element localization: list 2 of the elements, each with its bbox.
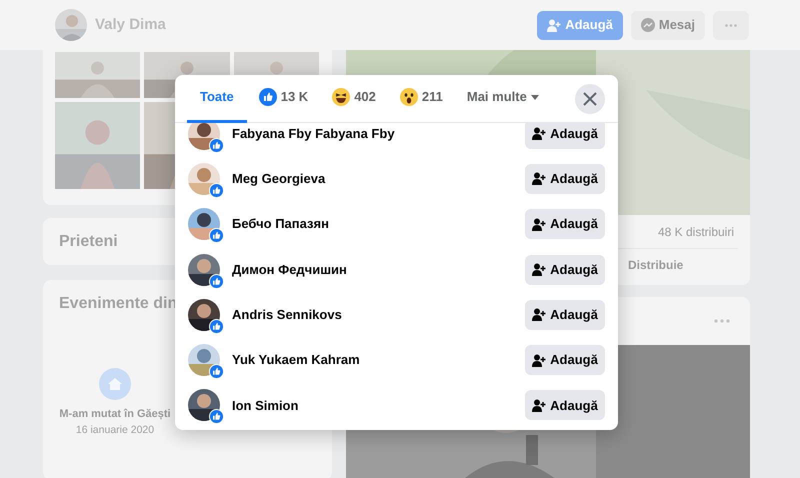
event-date: 16 ianuarie 2020 (76, 422, 154, 438)
section-title: Prieteni (59, 232, 118, 252)
